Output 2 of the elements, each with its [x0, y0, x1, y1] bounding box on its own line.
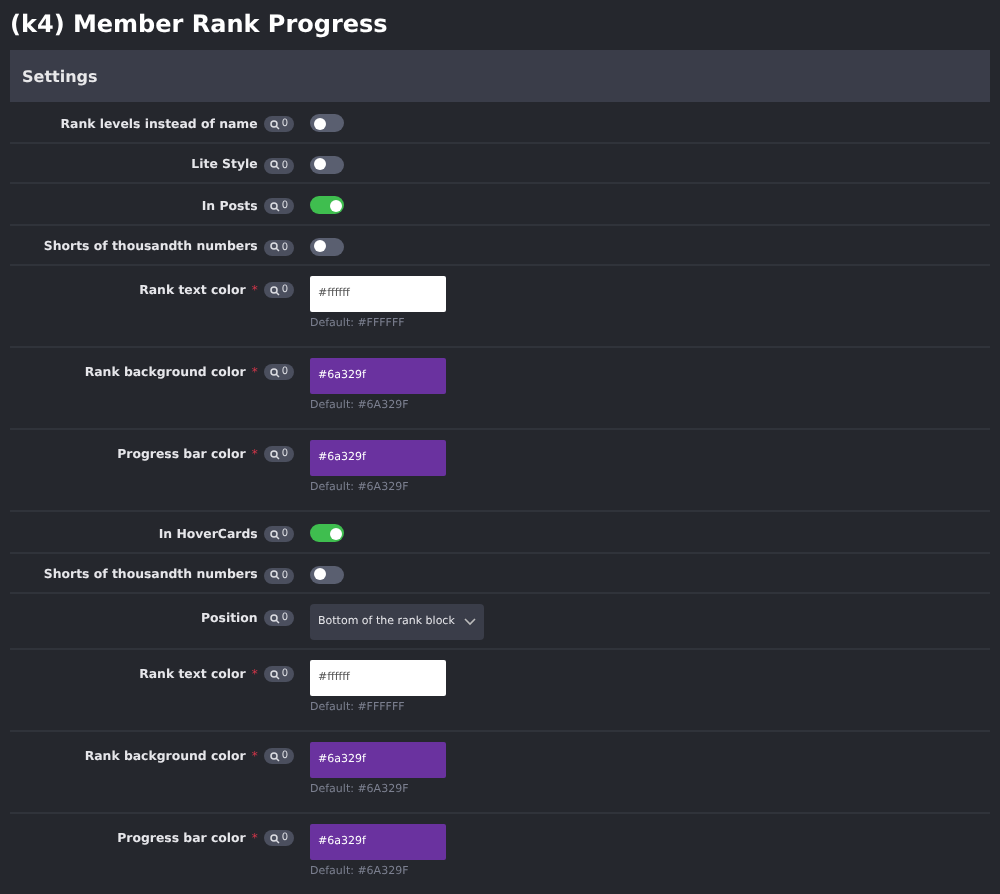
section-header: Settings: [10, 50, 990, 102]
window-title: (k4) Member Rank Progress: [8, 8, 390, 42]
